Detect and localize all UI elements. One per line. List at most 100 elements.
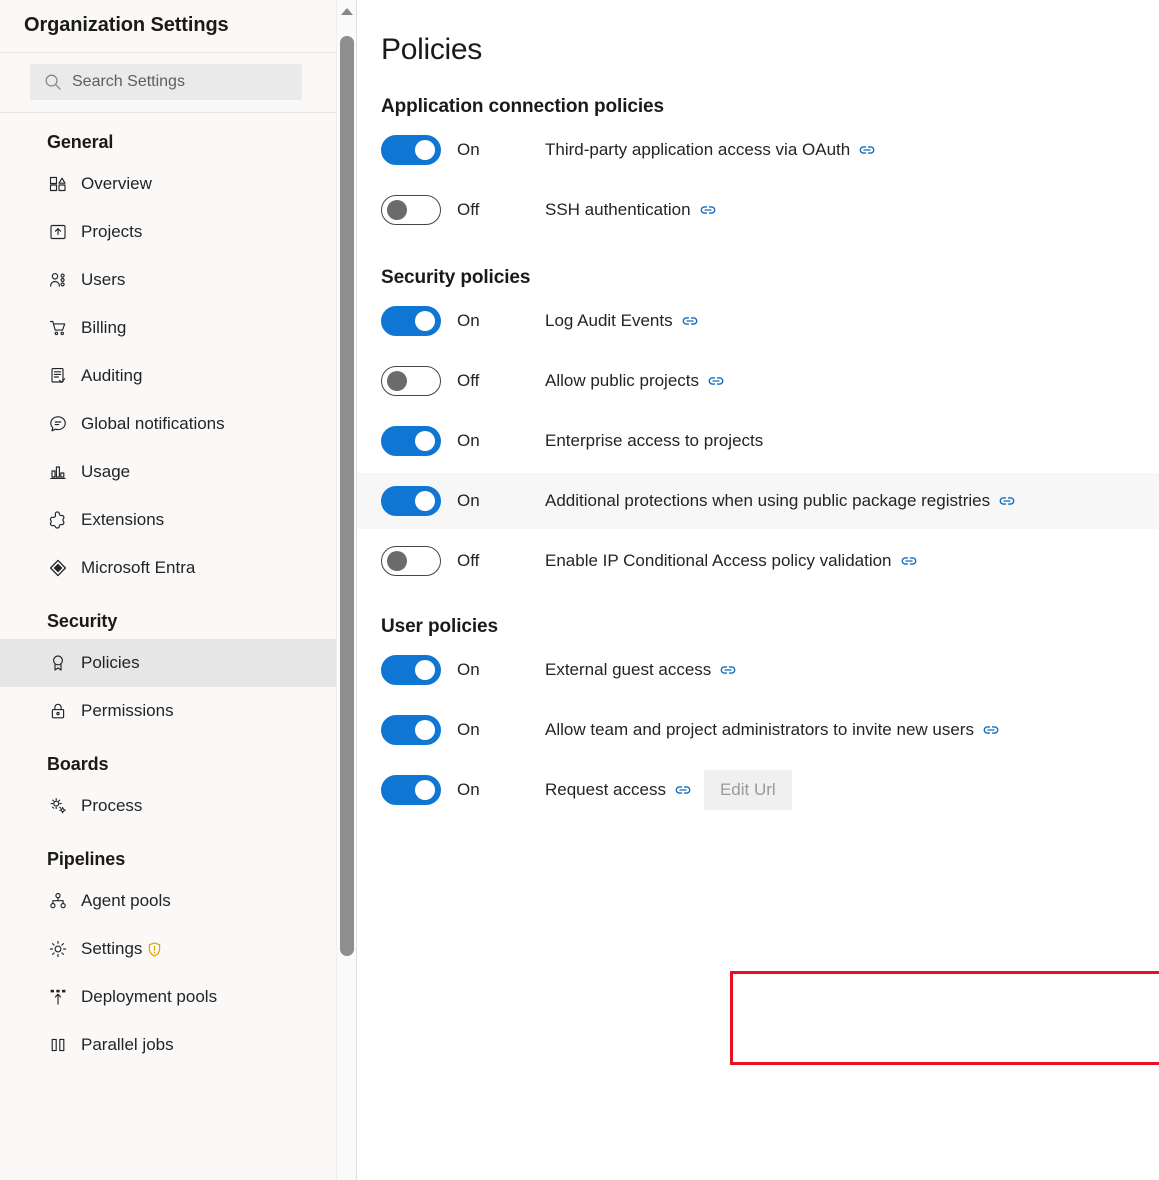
policy-row[interactable]: On External guest access (357, 642, 1159, 698)
scroll-up-arrow-icon[interactable] (337, 0, 356, 22)
policy-row[interactable]: Off SSH authentication (357, 182, 1159, 238)
projects-icon (47, 221, 69, 243)
link-icon[interactable] (719, 661, 737, 679)
policy-toggle-switch[interactable] (381, 195, 441, 225)
policy-name-text: Log Audit Events (545, 311, 673, 330)
policy-toggle-switch[interactable] (381, 426, 441, 456)
policy-name-container: Allow team and project administrators to… (545, 720, 1000, 740)
sidebar-item-projects[interactable]: Projects (0, 208, 337, 256)
sidebar-item-settings[interactable]: Settings (0, 925, 337, 973)
notifications-icon (47, 413, 69, 435)
sidebar-group-title-boards: Boards (47, 754, 109, 774)
sidebar-item-agent-pools[interactable]: Agent pools (0, 877, 337, 925)
policy-toggle-switch[interactable] (381, 715, 441, 745)
section-title-user-policies: User policies (381, 616, 498, 637)
lock-icon (47, 700, 69, 722)
policy-row[interactable]: Off Allow public projects (357, 353, 1159, 409)
policy-state-label: On (457, 311, 480, 330)
link-icon[interactable] (674, 781, 692, 799)
link-icon[interactable] (858, 141, 876, 159)
policy-name-text: Third-party application access via OAuth (545, 140, 851, 159)
search-icon (44, 73, 62, 91)
sidebar-item-label: Users (81, 270, 126, 289)
sidebar-item-label: Usage (81, 462, 131, 481)
sidebar-scrollbar-thumb[interactable] (340, 36, 354, 956)
policy-state-label: On (457, 720, 480, 739)
sidebar-item-label: Process (81, 796, 143, 815)
policy-state-label: Off (457, 200, 480, 219)
toggle-knob (415, 660, 435, 680)
policy-toggle-switch[interactable] (381, 306, 441, 336)
sidebar-item-label: Extensions (81, 510, 165, 529)
policy-toggle-switch[interactable] (381, 775, 441, 805)
policy-name-container: Log Audit Events (545, 311, 699, 331)
settings-sidebar: Organization Settings General Overview Pro… (0, 0, 357, 1180)
policy-row[interactable]: On Third-party application access via OAu… (357, 122, 1159, 178)
search-input[interactable] (72, 73, 292, 91)
policy-name-text: Request access (545, 780, 666, 799)
edit-url-button[interactable]: Edit Url (703, 770, 792, 810)
sidebar-item-label: Microsoft Entra (81, 558, 196, 577)
sidebar-item-usage[interactable]: Usage (0, 448, 337, 496)
sidebar-item-label: Billing (81, 318, 127, 337)
policy-toggle-switch[interactable] (381, 655, 441, 685)
sidebar-item-label: Agent pools (81, 891, 171, 910)
policy-name-container: Enable IP Conditional Access policy vali… (545, 551, 918, 571)
sidebar-item-overview[interactable]: Overview (0, 160, 337, 208)
sidebar-item-global-notifications[interactable]: Global notifications (0, 400, 337, 448)
overview-icon (47, 173, 69, 195)
extensions-icon (47, 509, 69, 531)
sidebar-item-policies[interactable]: Policies (0, 639, 337, 687)
policy-state-label: Off (457, 371, 480, 390)
policy-toggle-switch[interactable] (381, 546, 441, 576)
sidebar-item-parallel-jobs[interactable]: Parallel jobs (0, 1021, 337, 1069)
sidebar-item-billing[interactable]: Billing (0, 304, 337, 352)
sidebar-item-label: Overview (81, 174, 152, 193)
toggle-knob (415, 720, 435, 740)
toggle-knob (387, 371, 407, 391)
policy-row[interactable]: Off Enable IP Conditional Access policy v… (357, 533, 1159, 589)
sidebar-item-deployment-pools[interactable]: Deployment pools (0, 973, 337, 1021)
warning-shield-icon[interactable] (146, 941, 163, 958)
sidebar-nav: General Overview Projects Users Billing Audit… (0, 113, 337, 1069)
usage-chart-icon (47, 461, 69, 483)
link-icon[interactable] (998, 492, 1016, 510)
policy-toggle-switch[interactable] (381, 486, 441, 516)
search-settings-box[interactable] (30, 64, 302, 100)
auditing-icon (47, 365, 69, 387)
policy-row[interactable]: On Additional protections when using publ… (357, 473, 1159, 529)
policy-row[interactable]: On Allow team and project administrators … (357, 702, 1159, 758)
policy-name-container: Third-party application access via OAuth (545, 140, 876, 160)
link-icon[interactable] (699, 201, 717, 219)
policies-main-panel: Policies Application connection policies… (357, 0, 1159, 1180)
sidebar-item-process[interactable]: Process (0, 782, 337, 830)
sidebar-group-title-general: General (47, 132, 114, 152)
sidebar-scrollbar-track[interactable] (336, 0, 356, 1180)
sidebar-scroll-region: Organization Settings General Overview Pro… (0, 0, 337, 1180)
policy-state-label: Off (457, 551, 480, 570)
link-icon[interactable] (900, 552, 918, 570)
sidebar-item-users[interactable]: Users (0, 256, 337, 304)
sidebar-item-microsoft-entra[interactable]: Microsoft Entra (0, 544, 337, 592)
sidebar-item-permissions[interactable]: Permissions (0, 687, 337, 735)
policy-toggle-switch[interactable] (381, 366, 441, 396)
sidebar-item-label: Settings (81, 939, 143, 958)
sidebar-group-title-pipelines: Pipelines (47, 849, 126, 869)
policy-name-text: Additional protections when using public… (545, 491, 991, 510)
link-icon[interactable] (681, 312, 699, 330)
policy-name-container: Request access Edit Url (545, 770, 792, 810)
policy-row[interactable]: On Request access Edit Url (357, 762, 1159, 818)
policy-name-text: Allow team and project administrators to… (545, 720, 974, 739)
sidebar-item-auditing[interactable]: Auditing (0, 352, 337, 400)
policy-row[interactable]: On Log Audit Events (357, 293, 1159, 349)
agent-pools-icon (47, 890, 69, 912)
policy-toggle-switch[interactable] (381, 135, 441, 165)
policy-state-label: On (457, 431, 480, 450)
link-icon[interactable] (982, 721, 1000, 739)
policy-name-container: Additional protections when using public… (545, 491, 1016, 511)
link-icon[interactable] (707, 372, 725, 390)
sidebar-item-extensions[interactable]: Extensions (0, 496, 337, 544)
toggle-knob (415, 780, 435, 800)
policy-state-label: On (457, 660, 480, 679)
policy-row[interactable]: On Enterprise access to projects (357, 413, 1159, 469)
